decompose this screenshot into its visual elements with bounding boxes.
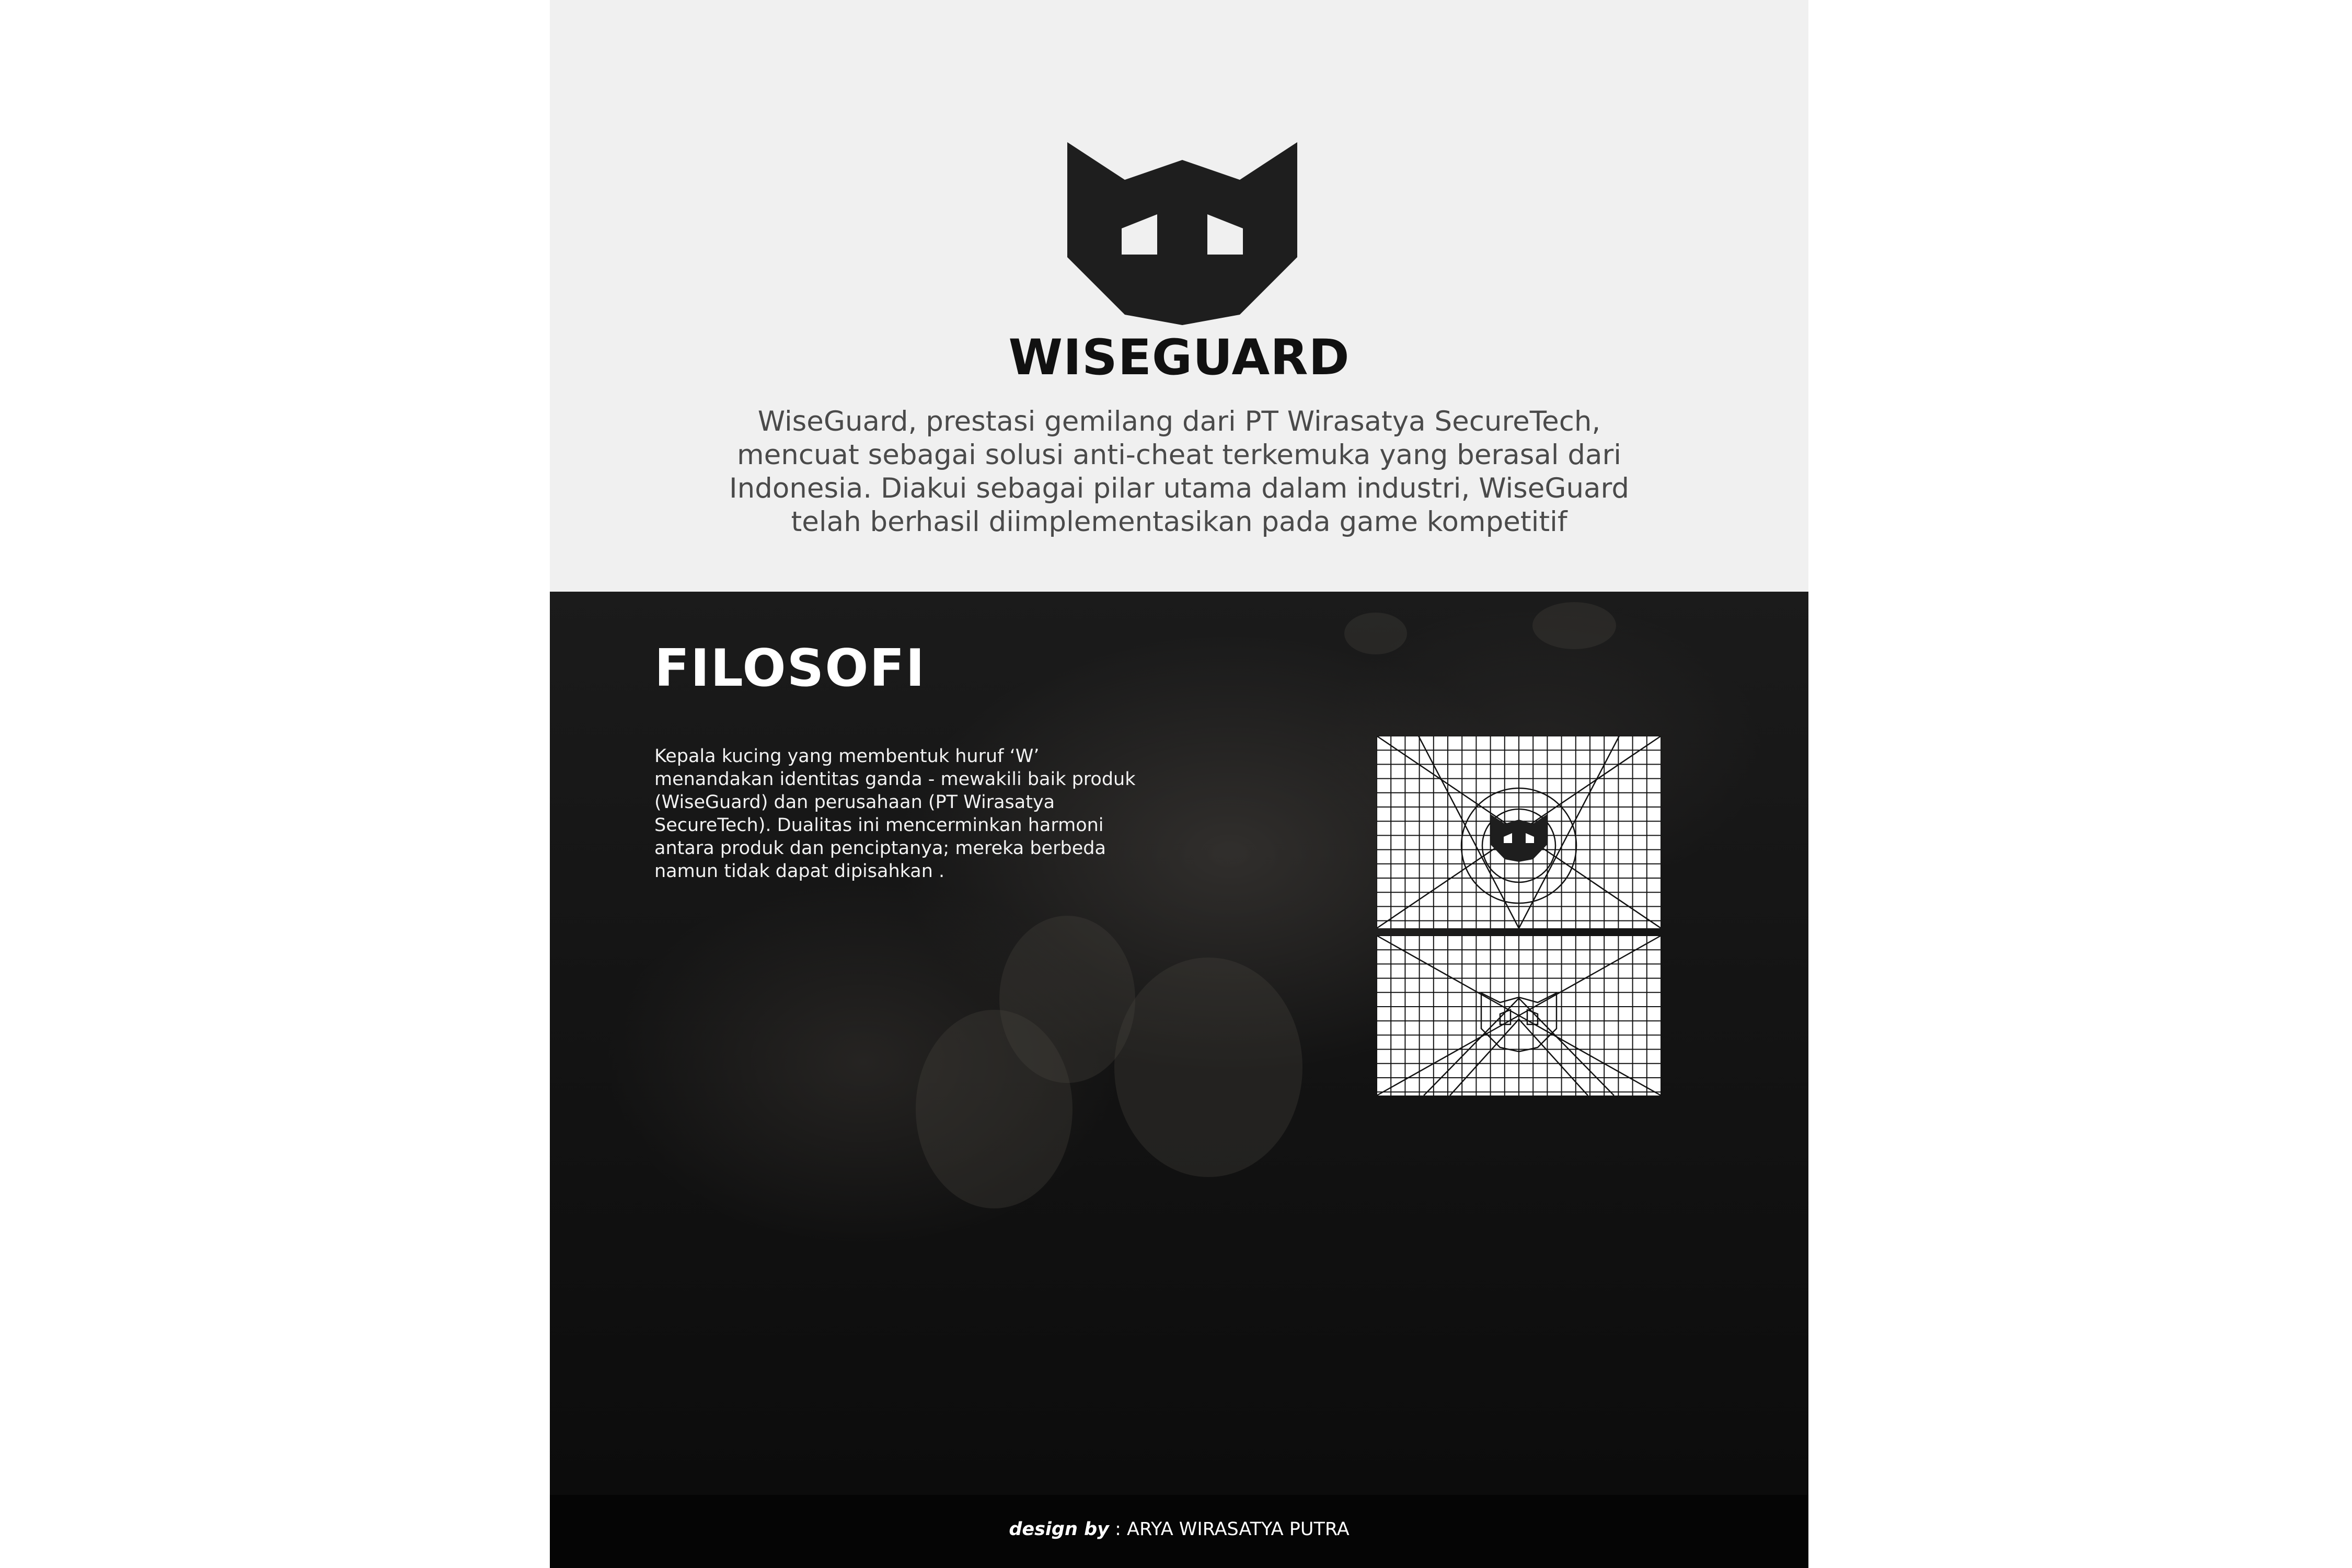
- philosophy-line: menandakan identitas ganda - mewakili ba…: [654, 769, 1136, 790]
- poster: WISEGUARD WiseGuard, prestasi gemilang d…: [550, 0, 1808, 1568]
- logo-construction-grid-filled-icon: [1377, 736, 1661, 928]
- credit-label: design by: [1009, 1519, 1109, 1540]
- logo-construction-grid-outline-icon: [1377, 936, 1661, 1096]
- brand-name: WISEGUARD: [1008, 329, 1350, 386]
- background-figure: [916, 1010, 1073, 1208]
- philosophy-title: FILOSOFI: [654, 639, 926, 698]
- philosophy-body: Kepala kucing yang membentuk huruf ‘W’ m…: [654, 745, 1198, 883]
- intro-line: mencuat sebagai solusi anti-cheat terkem…: [736, 439, 1621, 471]
- intro-line: Indonesia. Diakui sebagai pilar utama da…: [729, 472, 1630, 504]
- logo-construction-grid-outline: [1377, 936, 1661, 1096]
- background-figure: [1114, 958, 1302, 1177]
- credit-name: : ARYA WIRASATYA PUTRA: [1109, 1519, 1350, 1540]
- philosophy-line: SecureTech). Dualitas ini mencerminkan h…: [654, 815, 1104, 836]
- intro-line: telah berhasil diimplementasikan pada ga…: [791, 506, 1567, 538]
- philosophy-line: antara produk dan penciptanya; mereka be…: [654, 838, 1106, 859]
- intro-text: WiseGuard, prestasi gemilang dari PT Wir…: [707, 405, 1652, 539]
- philosophy-line: Kepala kucing yang membentuk huruf ‘W’: [654, 746, 1040, 767]
- background-lamp: [1344, 613, 1407, 654]
- cat-head-w-logo-icon: [1067, 142, 1297, 325]
- designer-credit: design by : ARYA WIRASATYA PUTRA: [550, 1519, 1808, 1540]
- hero-panel: WISEGUARD WiseGuard, prestasi gemilang d…: [550, 0, 1808, 592]
- background-lamp: [1532, 602, 1616, 649]
- intro-line: WiseGuard, prestasi gemilang dari PT Wir…: [757, 406, 1601, 437]
- logo-construction-grid-filled: [1377, 736, 1661, 928]
- philosophy-line: namun tidak dapat dipisahkan .: [654, 861, 945, 882]
- philosophy-line: (WiseGuard) dan perusahaan (PT Wirasatya: [654, 792, 1055, 813]
